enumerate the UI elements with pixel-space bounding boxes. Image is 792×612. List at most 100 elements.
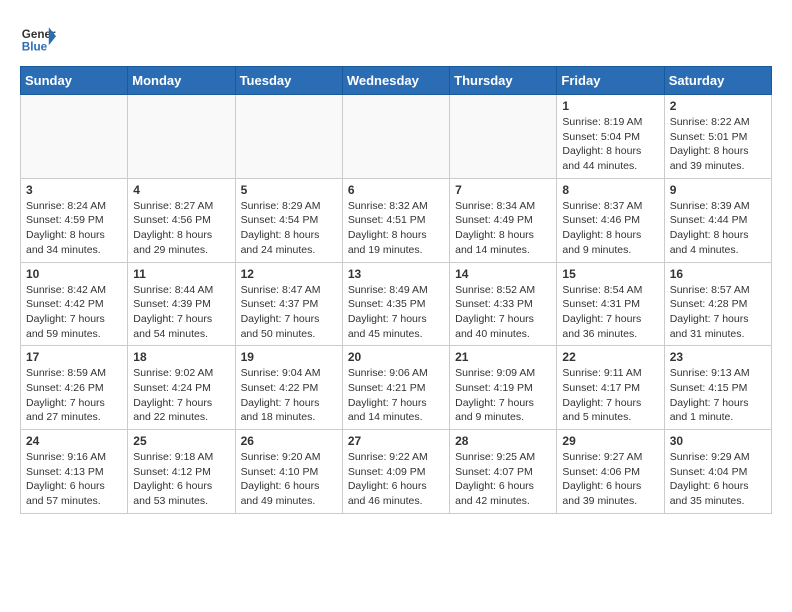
day-number: 23	[670, 350, 766, 364]
day-info: Sunrise: 8:52 AM Sunset: 4:33 PM Dayligh…	[455, 283, 551, 342]
day-number: 15	[562, 267, 658, 281]
calendar-cell	[235, 95, 342, 179]
day-number: 1	[562, 99, 658, 113]
day-info: Sunrise: 9:11 AM Sunset: 4:17 PM Dayligh…	[562, 366, 658, 425]
day-number: 27	[348, 434, 444, 448]
calendar-cell	[342, 95, 449, 179]
calendar-cell: 7Sunrise: 8:34 AM Sunset: 4:49 PM Daylig…	[450, 178, 557, 262]
day-number: 13	[348, 267, 444, 281]
calendar-cell: 12 Sunrise: 8:47 AM Sunset: 4:37 PM Dayli…	[235, 262, 342, 346]
calendar-cell	[450, 95, 557, 179]
day-info: Sunrise: 8:47 AM Sunset: 4:37 PM Dayligh…	[241, 283, 337, 342]
day-info: Sunrise: 9:13 AM Sunset: 4:15 PM Dayligh…	[670, 366, 766, 425]
day-info: Sunrise: 9:29 AM Sunset: 4:04 PM Dayligh…	[670, 450, 766, 509]
calendar-cell: 20 Sunrise: 9:06 AM Sunset: 4:21 PM Dayli…	[342, 346, 449, 430]
day-number: 21	[455, 350, 551, 364]
weekday-header-sunday: Sunday	[21, 67, 128, 95]
day-info: Sunrise: 8:49 AM Sunset: 4:35 PM Dayligh…	[348, 283, 444, 342]
calendar-cell: 3 Sunrise: 8:24 AM Sunset: 4:59 PM Daylig…	[21, 178, 128, 262]
calendar-cell: 28Sunrise: 9:25 AM Sunset: 4:07 PM Dayli…	[450, 430, 557, 514]
calendar-cell: 22Sunrise: 9:11 AM Sunset: 4:17 PM Dayli…	[557, 346, 664, 430]
weekday-header-tuesday: Tuesday	[235, 67, 342, 95]
calendar-cell: 4 Sunrise: 8:27 AM Sunset: 4:56 PM Daylig…	[128, 178, 235, 262]
calendar-cell: 30 Sunrise: 9:29 AM Sunset: 4:04 PM Dayli…	[664, 430, 771, 514]
calendar-cell: 17 Sunrise: 8:59 AM Sunset: 4:26 PM Dayli…	[21, 346, 128, 430]
logo-icon: General Blue	[20, 20, 56, 56]
day-info: Sunrise: 8:32 AM Sunset: 4:51 PM Dayligh…	[348, 199, 444, 258]
day-number: 9	[670, 183, 766, 197]
day-number: 24	[26, 434, 122, 448]
weekday-header-friday: Friday	[557, 67, 664, 95]
calendar-cell: 8 Sunrise: 8:37 AM Sunset: 4:46 PM Daylig…	[557, 178, 664, 262]
calendar-cell: 25Sunrise: 9:18 AM Sunset: 4:12 PM Dayli…	[128, 430, 235, 514]
calendar-cell: 15 Sunrise: 8:54 AM Sunset: 4:31 PM Dayli…	[557, 262, 664, 346]
calendar-cell: 29 Sunrise: 9:27 AM Sunset: 4:06 PM Dayli…	[557, 430, 664, 514]
day-info: Sunrise: 9:22 AM Sunset: 4:09 PM Dayligh…	[348, 450, 444, 509]
day-info: Sunrise: 8:27 AM Sunset: 4:56 PM Dayligh…	[133, 199, 229, 258]
week-row-3: 10 Sunrise: 8:42 AM Sunset: 4:42 PM Dayli…	[21, 262, 772, 346]
calendar-cell: 26Sunrise: 9:20 AM Sunset: 4:10 PM Dayli…	[235, 430, 342, 514]
weekday-header-row: SundayMondayTuesdayWednesdayThursdayFrid…	[21, 67, 772, 95]
calendar-cell: 14 Sunrise: 8:52 AM Sunset: 4:33 PM Dayli…	[450, 262, 557, 346]
calendar-cell	[21, 95, 128, 179]
calendar-cell: 2 Sunrise: 8:22 AM Sunset: 5:01 PM Daylig…	[664, 95, 771, 179]
calendar-cell: 5Sunrise: 8:29 AM Sunset: 4:54 PM Daylig…	[235, 178, 342, 262]
day-info: Sunrise: 9:27 AM Sunset: 4:06 PM Dayligh…	[562, 450, 658, 509]
day-number: 10	[26, 267, 122, 281]
day-info: Sunrise: 9:20 AM Sunset: 4:10 PM Dayligh…	[241, 450, 337, 509]
calendar-cell: 23 Sunrise: 9:13 AM Sunset: 4:15 PM Dayli…	[664, 346, 771, 430]
weekday-header-saturday: Saturday	[664, 67, 771, 95]
week-row-1: 1 Sunrise: 8:19 AM Sunset: 5:04 PM Daylig…	[21, 95, 772, 179]
day-number: 3	[26, 183, 122, 197]
calendar-cell: 6 Sunrise: 8:32 AM Sunset: 4:51 PM Daylig…	[342, 178, 449, 262]
day-number: 30	[670, 434, 766, 448]
day-info: Sunrise: 8:34 AM Sunset: 4:49 PM Dayligh…	[455, 199, 551, 258]
day-info: Sunrise: 8:59 AM Sunset: 4:26 PM Dayligh…	[26, 366, 122, 425]
day-info: Sunrise: 8:42 AM Sunset: 4:42 PM Dayligh…	[26, 283, 122, 342]
day-number: 16	[670, 267, 766, 281]
header: General Blue	[20, 20, 772, 56]
calendar-cell: 21 Sunrise: 9:09 AM Sunset: 4:19 PM Dayli…	[450, 346, 557, 430]
calendar-cell: 19Sunrise: 9:04 AM Sunset: 4:22 PM Dayli…	[235, 346, 342, 430]
day-number: 17	[26, 350, 122, 364]
day-info: Sunrise: 8:44 AM Sunset: 4:39 PM Dayligh…	[133, 283, 229, 342]
calendar-cell	[128, 95, 235, 179]
day-info: Sunrise: 8:39 AM Sunset: 4:44 PM Dayligh…	[670, 199, 766, 258]
day-info: Sunrise: 9:06 AM Sunset: 4:21 PM Dayligh…	[348, 366, 444, 425]
day-number: 14	[455, 267, 551, 281]
day-number: 2	[670, 99, 766, 113]
day-info: Sunrise: 8:54 AM Sunset: 4:31 PM Dayligh…	[562, 283, 658, 342]
day-info: Sunrise: 8:57 AM Sunset: 4:28 PM Dayligh…	[670, 283, 766, 342]
day-info: Sunrise: 9:16 AM Sunset: 4:13 PM Dayligh…	[26, 450, 122, 509]
week-row-5: 24 Sunrise: 9:16 AM Sunset: 4:13 PM Dayli…	[21, 430, 772, 514]
calendar-cell: 27 Sunrise: 9:22 AM Sunset: 4:09 PM Dayli…	[342, 430, 449, 514]
weekday-header-monday: Monday	[128, 67, 235, 95]
calendar-cell: 11Sunrise: 8:44 AM Sunset: 4:39 PM Dayli…	[128, 262, 235, 346]
week-row-4: 17 Sunrise: 8:59 AM Sunset: 4:26 PM Dayli…	[21, 346, 772, 430]
day-info: Sunrise: 8:19 AM Sunset: 5:04 PM Dayligh…	[562, 115, 658, 174]
day-info: Sunrise: 9:04 AM Sunset: 4:22 PM Dayligh…	[241, 366, 337, 425]
calendar-cell: 13 Sunrise: 8:49 AM Sunset: 4:35 PM Dayli…	[342, 262, 449, 346]
day-info: Sunrise: 8:37 AM Sunset: 4:46 PM Dayligh…	[562, 199, 658, 258]
calendar-cell: 18 Sunrise: 9:02 AM Sunset: 4:24 PM Dayli…	[128, 346, 235, 430]
day-number: 4	[133, 183, 229, 197]
day-number: 18	[133, 350, 229, 364]
day-number: 20	[348, 350, 444, 364]
day-number: 25	[133, 434, 229, 448]
day-number: 12	[241, 267, 337, 281]
day-number: 8	[562, 183, 658, 197]
calendar-cell: 9 Sunrise: 8:39 AM Sunset: 4:44 PM Daylig…	[664, 178, 771, 262]
day-info: Sunrise: 9:02 AM Sunset: 4:24 PM Dayligh…	[133, 366, 229, 425]
day-info: Sunrise: 8:22 AM Sunset: 5:01 PM Dayligh…	[670, 115, 766, 174]
day-info: Sunrise: 8:24 AM Sunset: 4:59 PM Dayligh…	[26, 199, 122, 258]
day-number: 29	[562, 434, 658, 448]
calendar-cell: 10 Sunrise: 8:42 AM Sunset: 4:42 PM Dayli…	[21, 262, 128, 346]
day-info: Sunrise: 8:29 AM Sunset: 4:54 PM Dayligh…	[241, 199, 337, 258]
calendar-cell: 1 Sunrise: 8:19 AM Sunset: 5:04 PM Daylig…	[557, 95, 664, 179]
day-info: Sunrise: 9:25 AM Sunset: 4:07 PM Dayligh…	[455, 450, 551, 509]
day-info: Sunrise: 9:09 AM Sunset: 4:19 PM Dayligh…	[455, 366, 551, 425]
svg-text:Blue: Blue	[22, 41, 48, 54]
weekday-header-thursday: Thursday	[450, 67, 557, 95]
logo: General Blue	[20, 20, 56, 56]
day-number: 6	[348, 183, 444, 197]
